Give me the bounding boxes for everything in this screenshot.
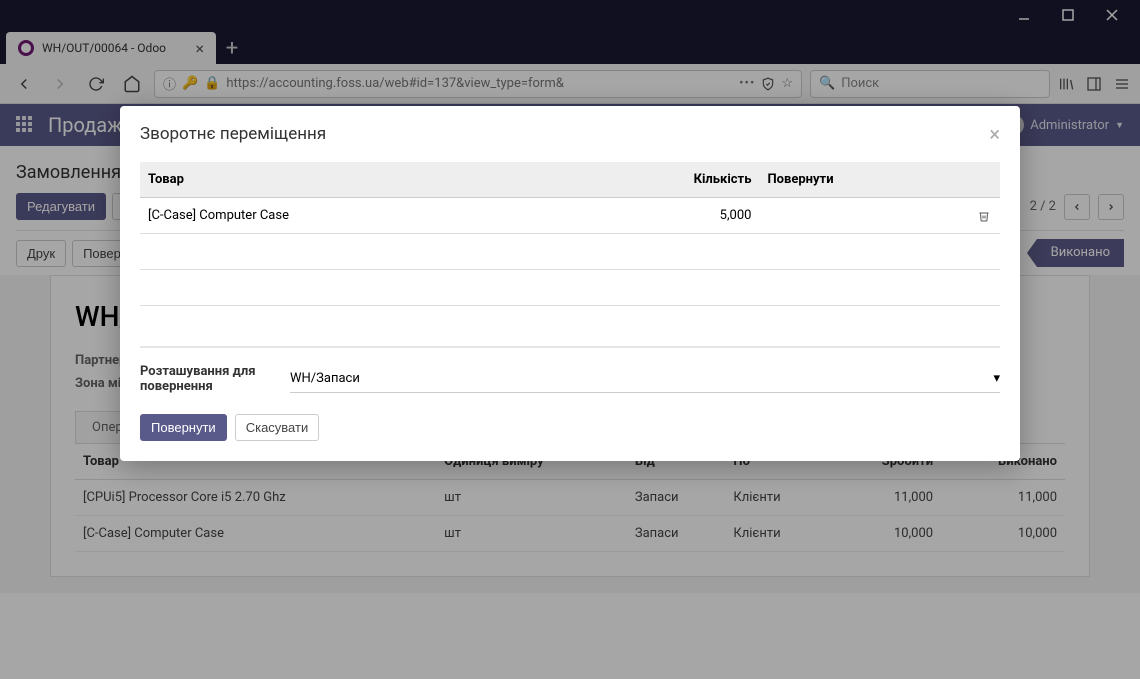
chevron-down-icon: ▾ [993,371,1000,386]
return-location-label: Розташування для повернення [140,364,270,394]
modal-col-return: Повернути [759,162,970,198]
modal-close-button[interactable]: × [989,122,1000,146]
modal-backdrop: Зворотнє переміщення × Товар Кількість П… [0,0,1140,679]
modal-col-qty: Кількість [570,162,759,198]
table-row[interactable]: [C-Case] Computer Case 5,000 [140,198,1000,234]
delete-row-button[interactable] [970,198,1000,234]
return-location-value: WH/Запаси [290,371,360,386]
return-modal: Зворотнє переміщення × Товар Кількість П… [120,106,1020,461]
modal-col-product: Товар [140,162,570,198]
modal-cancel-button[interactable]: Скасувати [235,414,320,441]
return-lines-table: Товар Кількість Повернути [C-Case] Compu… [140,162,1000,306]
return-location-select[interactable]: WH/Запаси ▾ [290,365,1000,393]
modal-return-button[interactable]: Повернути [140,414,227,441]
modal-title: Зворотнє переміщення [140,124,326,144]
